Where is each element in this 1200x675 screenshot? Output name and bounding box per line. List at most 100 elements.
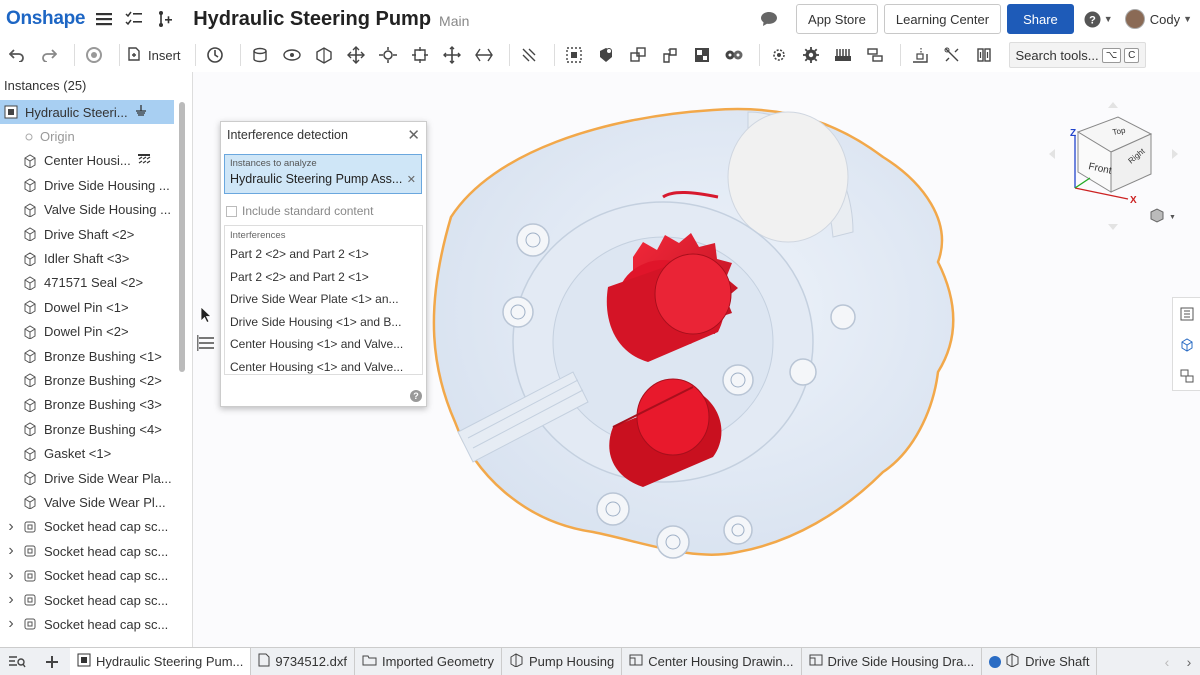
pattern-icon[interactable] <box>657 42 683 68</box>
explode-view-icon[interactable] <box>689 42 715 68</box>
interference-row[interactable]: Center Housing <1> and Valve... <box>225 356 422 379</box>
planar-mate-icon[interactable] <box>343 42 369 68</box>
gear-relation-icon[interactable] <box>721 42 747 68</box>
configuration-panel-icon[interactable] <box>1173 329 1200 360</box>
bill-of-materials-icon[interactable] <box>971 42 997 68</box>
hamburger-menu-icon[interactable] <box>93 8 115 30</box>
section-view-icon[interactable] <box>907 42 933 68</box>
tree-item-center-housing[interactable]: Center Housi... <box>0 149 192 173</box>
tree-item[interactable]: Bronze Bushing <1> <box>0 344 192 368</box>
tree-item[interactable]: Bronze Bushing <4> <box>0 417 192 441</box>
slider-mate-icon[interactable] <box>311 42 337 68</box>
ball-mate-icon[interactable] <box>439 42 465 68</box>
branch-name[interactable]: Main <box>439 13 469 29</box>
create-version-icon[interactable] <box>153 8 175 30</box>
tree-item[interactable]: Valve Side Housing ... <box>0 198 192 222</box>
document-tab[interactable]: Imported Geometry <box>355 647 502 675</box>
redo-icon[interactable] <box>36 42 62 68</box>
tangent-mate-icon[interactable] <box>516 42 542 68</box>
chevron-right-icon[interactable]: › <box>0 518 22 536</box>
checkbox[interactable] <box>226 205 237 217</box>
onshape-logo[interactable]: Onshape <box>6 8 86 30</box>
tree-item[interactable]: Drive Shaft <2> <box>0 222 192 246</box>
appearance-panel-icon[interactable] <box>1173 298 1200 329</box>
fastened-mate-icon[interactable] <box>247 42 273 68</box>
tree-item[interactable]: › Socket head cap sc... <box>0 563 192 587</box>
instances-scrollbar[interactable] <box>179 102 185 372</box>
chevron-down-icon[interactable]: ▼ <box>1183 14 1192 24</box>
include-standard-checkbox[interactable]: Include standard content <box>226 204 421 218</box>
tree-item[interactable]: 471571 Seal <2> <box>0 271 192 295</box>
document-tab[interactable]: Pump Housing <box>502 647 623 675</box>
close-icon[interactable]: ✕ <box>407 126 420 144</box>
document-tab[interactable]: Center Housing Drawin... <box>622 647 802 675</box>
interference-row[interactable]: Part 2 <2> and Part 2 <1> <box>225 266 422 289</box>
share-button[interactable]: Share <box>1007 4 1074 34</box>
screw-relation-icon[interactable] <box>798 42 824 68</box>
measure-icon[interactable] <box>939 42 965 68</box>
mate-connector-icon[interactable] <box>593 42 619 68</box>
tree-item[interactable]: Valve Side Wear Pl... <box>0 490 192 514</box>
feature-list-icon[interactable] <box>123 8 145 30</box>
view-cube[interactable]: Top Front Right Z X ▼ <box>1049 102 1178 230</box>
interference-row[interactable]: Drive Side Housing <1> and B... <box>225 311 422 334</box>
comments-icon[interactable] <box>758 8 780 30</box>
user-name[interactable]: Cody <box>1150 12 1180 27</box>
app-store-button[interactable]: App Store <box>796 4 878 34</box>
help-icon[interactable]: ? <box>410 390 422 402</box>
tree-item-assembly[interactable]: Hydraulic Steeri... <box>0 100 174 125</box>
instances-to-analyze-field[interactable]: Instances to analyze Hydraulic Steering … <box>224 154 422 194</box>
add-tab-icon[interactable] <box>34 648 70 675</box>
chevron-right-icon[interactable]: › <box>0 542 22 560</box>
mate-values-panel-icon[interactable] <box>1173 360 1200 391</box>
search-tools-input[interactable]: Search tools... ⌥ C <box>1008 42 1147 68</box>
chevron-right-icon[interactable]: › <box>0 567 22 585</box>
regenerate-icon[interactable] <box>81 42 107 68</box>
help-menu[interactable]: ? ▼ <box>1084 11 1113 28</box>
tab-list-icon[interactable] <box>197 335 214 351</box>
insert-button[interactable]: Insert <box>126 46 181 65</box>
document-title[interactable]: Hydraulic Steering Pump <box>193 8 431 31</box>
learning-center-button[interactable]: Learning Center <box>883 4 1002 34</box>
interference-row[interactable]: Center Housing <1> and Valve... <box>225 333 422 356</box>
tree-item[interactable]: Bronze Bushing <3> <box>0 393 192 417</box>
limits-icon[interactable] <box>862 42 888 68</box>
tree-item[interactable]: › Socket head cap sc... <box>0 612 192 636</box>
document-tab[interactable]: Drive Shaft <box>982 647 1098 675</box>
interference-row[interactable]: Part 2 <2> and Part 2 <1> <box>225 243 422 266</box>
scroll-tabs-left-icon[interactable]: ‹ <box>1156 648 1178 675</box>
undo-icon[interactable] <box>4 42 30 68</box>
avatar[interactable] <box>1124 9 1145 29</box>
group-icon[interactable] <box>561 42 587 68</box>
document-tab[interactable]: 9734512.dxf <box>251 647 355 675</box>
document-tab[interactable]: Drive Side Housing Dra... <box>802 647 983 675</box>
scroll-tabs-right-icon[interactable]: › <box>1178 648 1200 675</box>
tree-item[interactable]: Bronze Bushing <2> <box>0 368 192 392</box>
tree-item[interactable]: Dowel Pin <1> <box>0 295 192 319</box>
pin-slot-mate-icon[interactable] <box>407 42 433 68</box>
chevron-right-icon[interactable]: › <box>0 615 22 633</box>
document-tab[interactable]: Hydraulic Steering Pum... <box>70 647 252 675</box>
tree-item[interactable]: Drive Side Housing ... <box>0 173 192 197</box>
replicate-icon[interactable] <box>625 42 651 68</box>
tree-item[interactable]: › Socket head cap sc... <box>0 588 192 612</box>
tree-item-origin[interactable]: Origin <box>0 124 192 148</box>
revolute-mate-icon[interactable] <box>279 42 305 68</box>
tree-item[interactable]: › Socket head cap sc... <box>0 515 192 539</box>
remove-selection-icon[interactable]: ✕ <box>407 173 416 186</box>
tree-item[interactable]: › Socket head cap sc... <box>0 539 192 563</box>
cylindrical-mate-icon[interactable] <box>375 42 401 68</box>
tree-item[interactable]: Drive Side Wear Pla... <box>0 466 192 490</box>
file-icon <box>258 653 270 670</box>
linear-relation-icon[interactable] <box>830 42 856 68</box>
interference-row[interactable]: Drive Side Wear Plate <1> an... <box>225 288 422 311</box>
tree-item[interactable]: Idler Shaft <3> <box>0 246 192 270</box>
tree-item-label: Socket head cap sc... <box>44 519 169 535</box>
tab-manager-icon[interactable] <box>0 648 34 675</box>
tree-item[interactable]: Gasket <1> <box>0 441 192 465</box>
chevron-right-icon[interactable]: › <box>0 591 22 609</box>
history-icon[interactable] <box>202 42 228 68</box>
tree-item[interactable]: Dowel Pin <2> <box>0 320 192 344</box>
parallel-mate-icon[interactable] <box>471 42 497 68</box>
rack-pinion-icon[interactable] <box>766 42 792 68</box>
